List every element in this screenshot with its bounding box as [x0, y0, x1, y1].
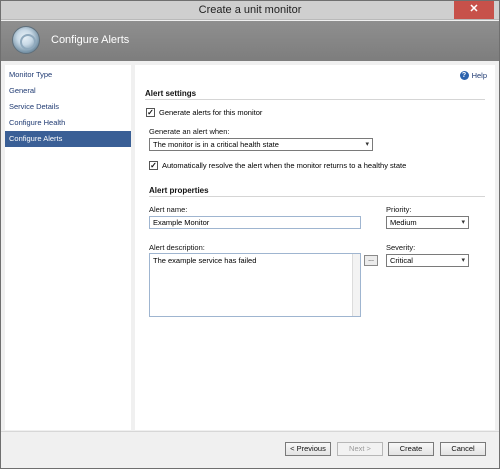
nav-item-configure-health[interactable]: Configure Health — [5, 115, 131, 131]
banner-title: Configure Alerts — [51, 34, 130, 46]
create-unit-monitor-window: Create a unit monitor ✕ Configure Alerts… — [0, 0, 500, 469]
generate-when-label: Generate an alert when: — [149, 127, 230, 136]
auto-resolve-row[interactable]: ✓ Automatically resolve the alert when t… — [149, 161, 406, 170]
severity-dropdown[interactable]: Critical ▾ — [386, 254, 469, 267]
generate-alerts-row[interactable]: ✓ Generate alerts for this monitor — [146, 108, 262, 117]
alert-settings-divider — [145, 99, 485, 100]
alert-name-input[interactable]: Example Monitor — [149, 216, 361, 229]
priority-value: Medium — [390, 218, 417, 227]
title-bar: Create a unit monitor ✕ — [1, 1, 499, 20]
window-title: Create a unit monitor — [198, 4, 302, 16]
alert-name-label: Alert name: — [149, 205, 188, 214]
wizard-nav: Monitor Type General Service Details Con… — [5, 65, 131, 430]
nav-item-configure-alerts[interactable]: Configure Alerts — [5, 131, 131, 147]
description-scrollbar[interactable] — [352, 254, 360, 316]
generate-when-value: The monitor is in a critical health stat… — [153, 140, 279, 149]
alert-properties-divider — [149, 196, 485, 197]
header-banner: Configure Alerts — [1, 21, 499, 61]
next-button[interactable]: Next > — [337, 442, 383, 456]
auto-resolve-label: Automatically resolve the alert when the… — [162, 161, 407, 170]
priority-dropdown[interactable]: Medium ▾ — [386, 216, 469, 229]
chevron-down-icon: ▾ — [461, 257, 465, 264]
description-ellipsis-button[interactable]: ... — [364, 255, 378, 266]
generate-alerts-label: Generate alerts for this monitor — [159, 108, 263, 117]
cancel-button[interactable]: Cancel — [440, 442, 486, 456]
alert-settings-heading: Alert settings — [145, 89, 197, 98]
generate-alerts-checkbox[interactable]: ✓ — [146, 108, 155, 117]
wizard-footer: < Previous Next > Create Cancel — [1, 431, 499, 468]
chevron-down-icon: ▾ — [365, 141, 369, 148]
nav-item-general[interactable]: General — [5, 83, 131, 99]
close-button[interactable]: ✕ — [454, 1, 494, 19]
help-link[interactable]: ? Help — [459, 71, 487, 80]
priority-label: Priority: — [386, 205, 412, 214]
generate-when-dropdown[interactable]: The monitor is in a critical health stat… — [149, 138, 373, 151]
alert-description-text: The example service has failed — [153, 256, 257, 265]
monitor-ring-icon — [12, 26, 40, 54]
create-button[interactable]: Create — [388, 442, 434, 456]
alert-properties-heading: Alert properties — [149, 186, 209, 195]
help-icon: ? — [459, 71, 469, 80]
content-pane: ? Help Alert settings ✓ Generate alerts … — [135, 65, 495, 430]
alert-description-textarea[interactable]: The example service has failed — [149, 253, 361, 317]
nav-item-service-details[interactable]: Service Details — [5, 99, 131, 115]
severity-value: Critical — [390, 256, 413, 265]
previous-button[interactable]: < Previous — [285, 442, 331, 456]
chevron-down-icon: ▾ — [461, 219, 465, 226]
alert-description-label: Alert description: — [149, 243, 205, 252]
help-label: Help — [471, 71, 487, 80]
severity-label: Severity: — [386, 243, 416, 252]
auto-resolve-checkbox[interactable]: ✓ — [149, 161, 158, 170]
nav-item-monitor-type[interactable]: Monitor Type — [5, 67, 131, 83]
